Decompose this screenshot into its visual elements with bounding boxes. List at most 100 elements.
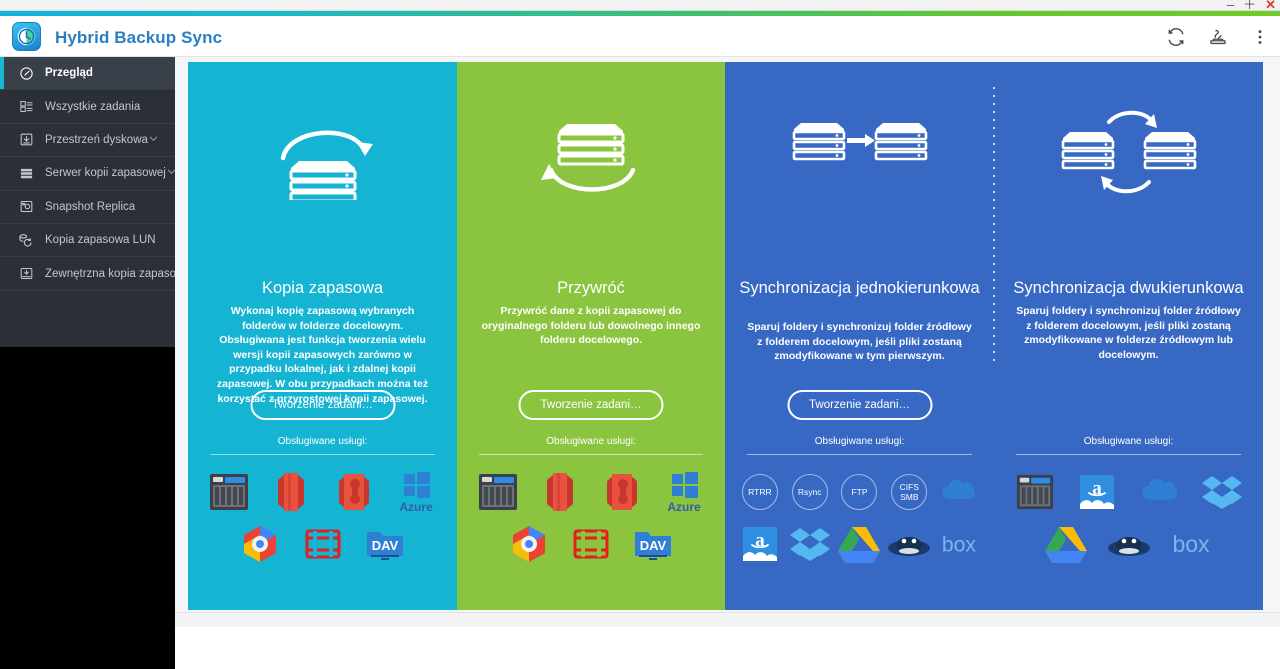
service-icons: a box bbox=[1004, 466, 1253, 570]
sidebar-item-label: Zewnętrzna kopia zapasowa bbox=[45, 267, 191, 280]
card-divider bbox=[993, 87, 995, 362]
qnap-nas-icon[interactable] bbox=[1004, 466, 1066, 518]
google-drive-icon[interactable] bbox=[1035, 518, 1097, 570]
more-options-icon[interactable] bbox=[1250, 27, 1270, 47]
rtrr-protocol-label: RTRR bbox=[741, 474, 778, 510]
amazon-glacier-icon[interactable] bbox=[591, 466, 653, 518]
feature-cards: Kopia zapasowa Wykonaj kopię zapasową wy… bbox=[188, 62, 1263, 610]
openstack-swift-icon[interactable] bbox=[560, 518, 622, 570]
card-title: Kopia zapasowa bbox=[261, 279, 384, 297]
card-one-way-sync[interactable]: Synchronizacja jednokierunkowa Sparuj fo… bbox=[725, 62, 994, 610]
card-title: Przywróć bbox=[557, 279, 625, 297]
sidebar-item-zewnetrzna-kopia-zapasowa[interactable]: Zewnętrzna kopia zapasowa bbox=[0, 257, 191, 291]
google-drive-icon[interactable] bbox=[835, 518, 885, 570]
refresh-icon[interactable] bbox=[1166, 27, 1186, 47]
sidebar-item-kopia-zapasowa-lun[interactable]: Kopia zapasowa LUN bbox=[0, 224, 175, 258]
onedrive-icon[interactable] bbox=[1129, 466, 1191, 518]
sidebar: Przegląd Wszystkie zadania Przestrzeń dy… bbox=[0, 57, 191, 669]
card-backup[interactable]: Kopia zapasowa Wykonaj kopię zapasową wy… bbox=[188, 62, 457, 610]
service-icons: RTRR Rsync FTP CIFS SMB a box bbox=[735, 466, 984, 570]
chevron-down-icon[interactable] bbox=[148, 133, 159, 147]
sidebar-item-label: Kopia zapasowa LUN bbox=[45, 234, 156, 247]
card-two-way-sync[interactable]: Synchronizacja dwukierunkowa Sparuj fold… bbox=[994, 62, 1263, 610]
scrollbar-thumb[interactable] bbox=[177, 616, 1267, 625]
supported-services-label: Obsługiwane usługi: bbox=[277, 436, 368, 447]
svg-text:Azure: Azure bbox=[399, 500, 433, 514]
create-task-button[interactable]: Tworzenie zadani… bbox=[518, 390, 664, 420]
openstack-swift-icon[interactable] bbox=[291, 518, 353, 570]
divider bbox=[210, 454, 435, 455]
storage-download-icon bbox=[16, 130, 36, 150]
amazon-glacier-icon[interactable] bbox=[323, 466, 385, 518]
dropbox-icon[interactable] bbox=[785, 518, 835, 570]
content-area: Kopia zapasowa Wykonaj kopię zapasową wy… bbox=[175, 57, 1280, 612]
cifs-smb-protocol-icon[interactable]: CIFS SMB bbox=[884, 466, 934, 518]
rtrr-protocol-icon[interactable]: RTRR bbox=[735, 466, 785, 518]
svg-text:box: box bbox=[1172, 531, 1210, 557]
qnap-nas-icon[interactable] bbox=[467, 466, 529, 518]
nas-backup-arrow-icon bbox=[188, 99, 457, 204]
sidebar-item-przestrzen-dyskowa[interactable]: Przestrzeń dyskowa bbox=[0, 124, 175, 158]
svg-text:box: box bbox=[942, 533, 977, 556]
amazon-drive-icon[interactable]: a bbox=[735, 518, 785, 570]
google-cloud-storage-icon[interactable] bbox=[229, 518, 291, 570]
external-backup-icon bbox=[16, 264, 36, 284]
webdav-icon[interactable]: DAV bbox=[622, 518, 684, 570]
supported-services-label: Obsługiwane usługi: bbox=[814, 436, 905, 447]
sidebar-item-label: Snapshot Replica bbox=[45, 200, 136, 213]
create-task-button[interactable]: Tworzenie zadani… bbox=[250, 390, 395, 420]
card-description: Przywróć dane z kopii zapasowej do orygi… bbox=[481, 305, 701, 347]
snapshot-camera-icon bbox=[16, 197, 36, 217]
nas-one-way-arrow-icon bbox=[725, 99, 994, 204]
nas-restore-arrow-icon bbox=[457, 99, 725, 204]
service-icons: Azure DAV bbox=[467, 466, 715, 570]
card-description: Sparuj foldery i synchronizuj folder źró… bbox=[747, 321, 972, 363]
card-restore[interactable]: Przywróć Przywróć dane z kopii zapasowej… bbox=[457, 62, 725, 610]
google-cloud-storage-icon[interactable] bbox=[498, 518, 560, 570]
sidebar-item-przeglad[interactable]: Przegląd bbox=[0, 57, 175, 91]
lun-backup-icon bbox=[16, 230, 36, 250]
dropbox-icon[interactable] bbox=[1191, 466, 1253, 518]
dashboard-icon bbox=[16, 63, 36, 83]
sidebar-item-label: Przestrzeń dyskowa bbox=[45, 133, 148, 146]
rsync-protocol-icon[interactable]: Rsync bbox=[785, 466, 835, 518]
webdav-icon[interactable]: DAV bbox=[354, 518, 416, 570]
amazon-s3-icon[interactable] bbox=[260, 466, 322, 518]
azure-icon[interactable]: Azure bbox=[385, 466, 447, 518]
backup-server-icon bbox=[16, 163, 36, 183]
svg-text:DAV: DAV bbox=[640, 538, 667, 553]
sidebar-bottom-fill bbox=[0, 612, 175, 627]
hbs-clock-logo-icon bbox=[12, 22, 41, 51]
rsync-protocol-label: Rsync bbox=[791, 474, 828, 510]
sidebar-item-label: Przegląd bbox=[45, 67, 93, 80]
amazon-drive-icon[interactable]: a bbox=[1066, 466, 1128, 518]
install-icon[interactable] bbox=[1208, 27, 1228, 47]
page-title: Hybrid Backup Sync bbox=[55, 28, 223, 47]
horizontal-scrollbar[interactable] bbox=[175, 612, 1280, 627]
create-task-button[interactable]: Tworzenie zadani… bbox=[787, 390, 932, 420]
sidebar-item-serwer-kopii-zapasowej[interactable]: Serwer kopii zapasowej bbox=[0, 157, 175, 191]
sidebar-item-snapshot-replica[interactable]: Snapshot Replica bbox=[0, 191, 175, 224]
box-icon[interactable]: box bbox=[934, 518, 984, 570]
tasks-list-icon bbox=[16, 97, 36, 117]
app-header: Hybrid Backup Sync bbox=[0, 16, 1280, 57]
supported-services-label: Obsługiwane usługi: bbox=[546, 436, 636, 447]
ftp-protocol-icon[interactable]: FTP bbox=[835, 466, 885, 518]
sidebar-item-wszystkie-zadania[interactable]: Wszystkie zadania bbox=[0, 90, 175, 124]
card-description: Sparuj foldery i synchronizuj folder źró… bbox=[1016, 305, 1241, 361]
svg-text:DAV: DAV bbox=[372, 538, 399, 553]
sidebar-item-label: Serwer kopii zapasowej bbox=[45, 167, 166, 180]
divider bbox=[1016, 454, 1241, 455]
header-toolbar bbox=[1166, 16, 1270, 57]
amazon-s3-icon[interactable] bbox=[529, 466, 591, 518]
qnap-nas-icon[interactable] bbox=[198, 466, 260, 518]
card-title: Synchronizacja dwukierunkowa bbox=[1013, 279, 1244, 297]
window-titlebar: – ＋ ✕ bbox=[0, 0, 1280, 12]
onedrive-icon[interactable] bbox=[934, 466, 984, 518]
service-icons: Azure DAV bbox=[198, 466, 447, 570]
box-icon[interactable]: box bbox=[1160, 518, 1222, 570]
azure-icon[interactable]: Azure bbox=[653, 466, 715, 518]
yandex-disk-icon[interactable] bbox=[1097, 518, 1159, 570]
divider bbox=[479, 454, 703, 455]
yandex-disk-icon[interactable] bbox=[884, 518, 934, 570]
